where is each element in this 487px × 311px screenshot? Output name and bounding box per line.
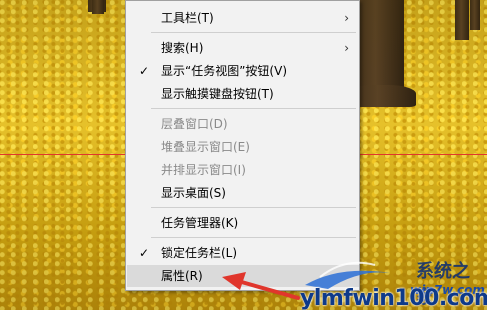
watermark-site: ylmfwin100.com	[300, 286, 487, 311]
